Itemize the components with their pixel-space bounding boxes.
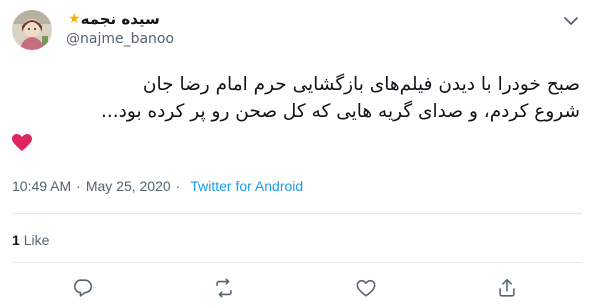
tweet-header: سیده نجمه ★ @najme_banoo <box>0 0 594 60</box>
share-icon[interactable] <box>496 277 518 299</box>
avatar-image <box>12 10 52 50</box>
tweet-time[interactable]: 10:49 AM <box>12 178 71 194</box>
tweet-meta: 10:49 AM · May 25, 2020 · Twitter for An… <box>12 178 303 194</box>
red-heart-icon <box>12 134 32 152</box>
divider <box>12 213 582 214</box>
retweet-icon[interactable] <box>213 277 235 299</box>
divider <box>12 262 582 263</box>
user-block[interactable]: سیده نجمه ★ @najme_banoo <box>66 9 174 48</box>
meta-separator: · <box>76 178 81 194</box>
display-name-text: سیده نجمه <box>80 10 160 28</box>
tweet-text: صبح خودرا با دیدن فیلم‌های بازگشایی حرم … <box>10 71 580 125</box>
tweet-text-line: صبح خودرا با دیدن فیلم‌های بازگشایی حرم … <box>142 74 580 95</box>
avatar[interactable] <box>12 10 52 50</box>
user-handle[interactable]: @najme_banoo <box>66 30 174 48</box>
tweet-source-link[interactable]: Twitter for Android <box>190 178 303 194</box>
display-name[interactable]: سیده نجمه ★ <box>66 9 160 29</box>
heart-outline-icon[interactable] <box>355 277 377 299</box>
star-emoji-icon: ★ <box>68 11 81 27</box>
likes-count[interactable]: 1 Like <box>12 232 49 248</box>
tweet-date[interactable]: May 25, 2020 <box>86 178 171 194</box>
likes-label: Like <box>23 232 50 248</box>
reply-icon[interactable] <box>72 277 94 299</box>
likes-number: 1 <box>12 232 20 248</box>
meta-separator: · <box>175 178 181 194</box>
chevron-down-icon[interactable] <box>562 12 580 30</box>
tweet-actions <box>0 277 594 301</box>
tweet-text-line: شروع کردم، و صدای گریه هایی که کل صحن رو… <box>101 101 580 122</box>
